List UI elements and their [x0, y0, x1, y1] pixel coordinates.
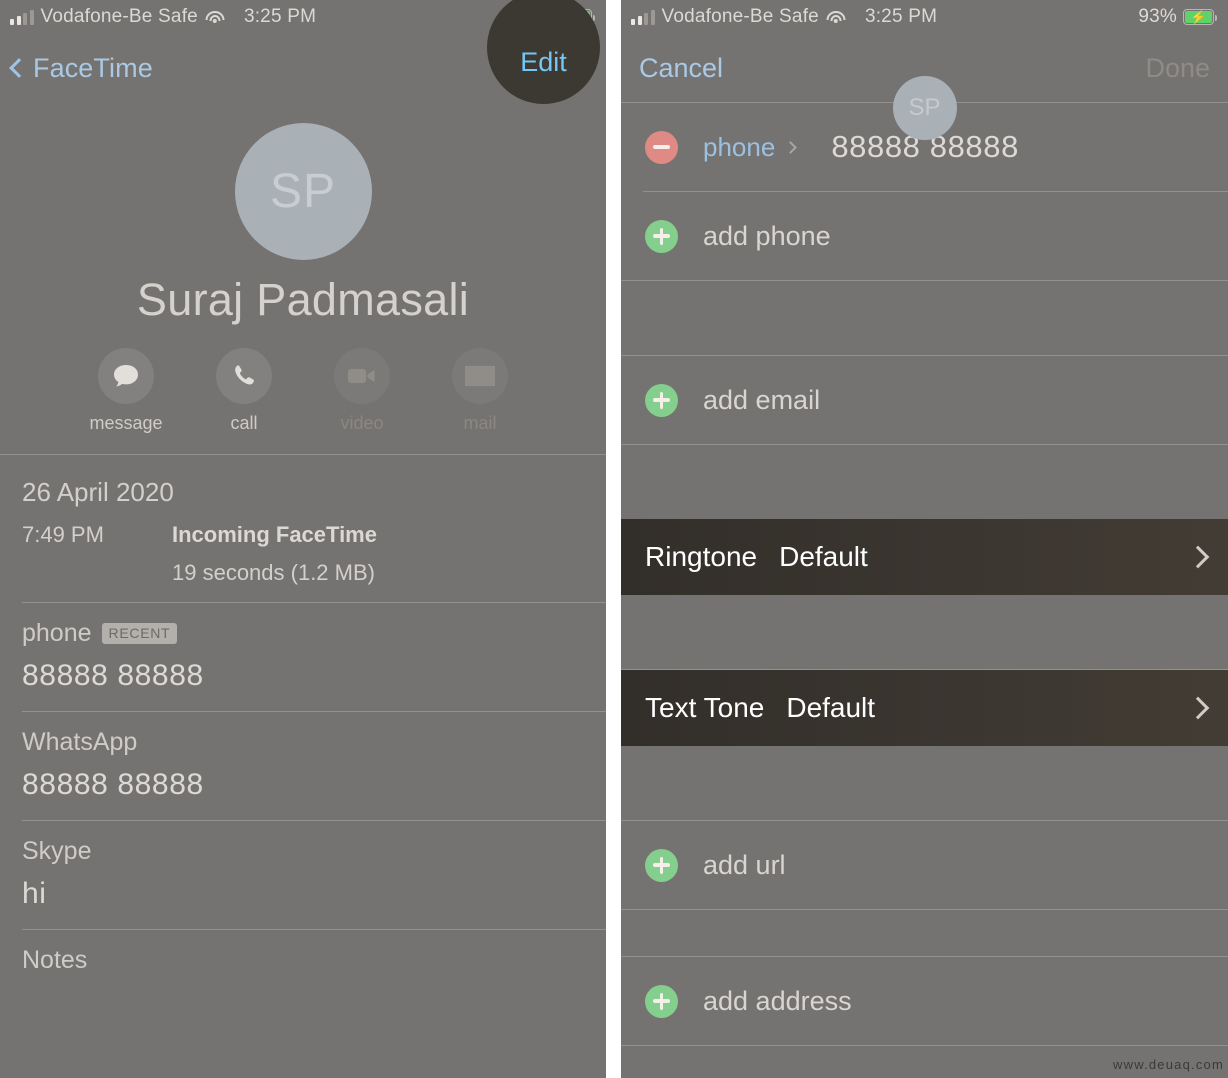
- contact-name: Suraj Padmasali: [136, 274, 470, 325]
- action-message[interactable]: message: [88, 348, 164, 434]
- action-call-label: call: [230, 413, 258, 433]
- signal-bars-icon: [631, 9, 655, 25]
- back-button-label: FaceTime: [33, 52, 153, 83]
- add-email-label: add email: [703, 384, 821, 415]
- watermark: www.deuaq.com: [1113, 1057, 1224, 1072]
- field-skype-label-row: Skype: [22, 837, 584, 866]
- ringtone-label: Ringtone: [645, 541, 758, 572]
- add-email-row[interactable]: add email: [621, 356, 1228, 444]
- signal-bars-icon: [10, 9, 34, 25]
- field-whatsapp-label-row: WhatsApp: [22, 728, 584, 757]
- chevron-right-icon: [784, 140, 798, 154]
- call-log-type: Incoming FaceTime: [172, 522, 377, 547]
- call-log-section: 26 April 2020 7:49 PM Incoming FaceTime …: [0, 455, 606, 602]
- field-whatsapp-label: WhatsApp: [22, 728, 138, 756]
- edit-row-phone-label[interactable]: phone: [703, 132, 775, 163]
- wifi-icon: [826, 10, 846, 25]
- field-skype[interactable]: Skype hi: [0, 821, 606, 929]
- add-url-row[interactable]: add url: [621, 821, 1228, 909]
- edit-nav-bar: Cancel Done SP: [621, 34, 1228, 140]
- ringtone-value: Default: [779, 541, 868, 572]
- message-bubble-icon: [98, 348, 154, 404]
- left-nav-bar: FaceTime Edit: [0, 0, 606, 104]
- envelope-icon: [452, 348, 508, 404]
- right-phone-screen: Vodafone-Be Safe 3:25 PM 93% ⚡ Cancel Do…: [621, 0, 1228, 1078]
- field-notes[interactable]: Notes: [0, 930, 606, 993]
- clock-label: 3:25 PM: [864, 6, 938, 27]
- battery-charging-icon: ⚡: [1183, 9, 1218, 25]
- quick-actions: message call video mail: [0, 348, 606, 434]
- carrier-label: Vodafone-Be Safe: [661, 6, 819, 27]
- call-log-entry[interactable]: 7:49 PM Incoming FaceTime: [22, 522, 584, 548]
- add-address-label: add address: [703, 985, 852, 1016]
- add-phone-row[interactable]: add phone: [621, 192, 1228, 280]
- chevron-right-icon: [1186, 545, 1210, 569]
- remove-field-icon[interactable]: [645, 130, 678, 164]
- field-phone-value: 88888 88888: [22, 659, 204, 692]
- dual-screenshot-container: Vodafone-Be Safe 3:25 PM 93% ⚡ FaceTime …: [0, 0, 1228, 1078]
- avatar: SP: [234, 123, 372, 260]
- phone-handset-icon: [216, 348, 272, 404]
- chevron-left-icon: [9, 57, 29, 78]
- ringtone-row[interactable]: Ringtone Default: [621, 519, 1228, 595]
- action-mail-label: mail: [463, 413, 497, 433]
- text-tone-row[interactable]: Text Tone Default: [621, 670, 1228, 746]
- text-tone-label: Text Tone: [645, 692, 765, 723]
- avatar-initials: SP: [269, 165, 337, 218]
- field-notes-label: Notes: [22, 946, 88, 974]
- status-bar-left-group: Vodafone-Be Safe 3:25 PM: [631, 6, 937, 28]
- add-field-icon[interactable]: [645, 984, 678, 1018]
- field-phone-label: phone: [22, 619, 92, 647]
- field-whatsapp-value: 88888 88888: [22, 768, 204, 801]
- action-video[interactable]: video: [324, 348, 400, 434]
- edit-button-highlight[interactable]: Edit: [487, 0, 600, 104]
- action-video-label: video: [340, 413, 384, 433]
- cancel-button[interactable]: Cancel: [639, 53, 723, 84]
- left-phone-screen: Vodafone-Be Safe 3:25 PM 93% ⚡ FaceTime …: [0, 0, 606, 1078]
- field-whatsapp[interactable]: WhatsApp 88888 88888: [0, 712, 606, 820]
- field-phone[interactable]: phone RECENT 88888 88888: [0, 603, 606, 711]
- add-field-icon[interactable]: [645, 383, 678, 417]
- field-skype-label: Skype: [22, 837, 92, 865]
- chevron-right-icon: [1186, 696, 1210, 720]
- screen-gap: [606, 0, 621, 1078]
- call-log-time: 7:49 PM: [22, 522, 104, 547]
- action-message-label: message: [89, 413, 163, 433]
- status-bar-right-group: 93% ⚡: [1138, 6, 1218, 28]
- add-url-label: add url: [703, 849, 786, 880]
- action-call[interactable]: call: [206, 348, 282, 434]
- edit-button-label: Edit: [520, 47, 567, 77]
- call-log-date: 26 April 2020: [22, 477, 174, 507]
- carrier-label: Vodafone-Be Safe: [40, 6, 198, 27]
- action-mail[interactable]: mail: [442, 348, 518, 434]
- add-phone-label: add phone: [703, 220, 831, 251]
- contact-header: SP Suraj Padmasali message call video ma…: [0, 102, 606, 434]
- battery-percent-label: 93%: [1138, 6, 1177, 27]
- field-skype-value: hi: [22, 877, 47, 910]
- avatar[interactable]: SP: [892, 76, 957, 140]
- back-button-facetime[interactable]: FaceTime: [9, 52, 153, 84]
- avatar-initials: SP: [908, 94, 941, 121]
- status-bar-left-group: Vodafone-Be Safe 3:25 PM: [10, 6, 316, 28]
- status-bar-right: Vodafone-Be Safe 3:25 PM 93% ⚡: [621, 0, 1228, 34]
- add-address-row[interactable]: add address: [621, 957, 1228, 1045]
- field-phone-label-row: phone RECENT: [22, 619, 584, 648]
- video-camera-icon: [334, 348, 390, 404]
- field-notes-label-row: Notes: [22, 946, 584, 975]
- status-badge: RECENT: [101, 623, 178, 644]
- call-log-duration: 19 seconds (1.2 MB): [172, 560, 375, 585]
- text-tone-value: Default: [786, 692, 876, 723]
- add-field-icon[interactable]: [645, 848, 678, 882]
- add-field-icon[interactable]: [645, 219, 678, 253]
- clock-label: 3:25 PM: [243, 6, 317, 27]
- done-button[interactable]: Done: [1145, 53, 1210, 84]
- wifi-icon: [205, 10, 225, 25]
